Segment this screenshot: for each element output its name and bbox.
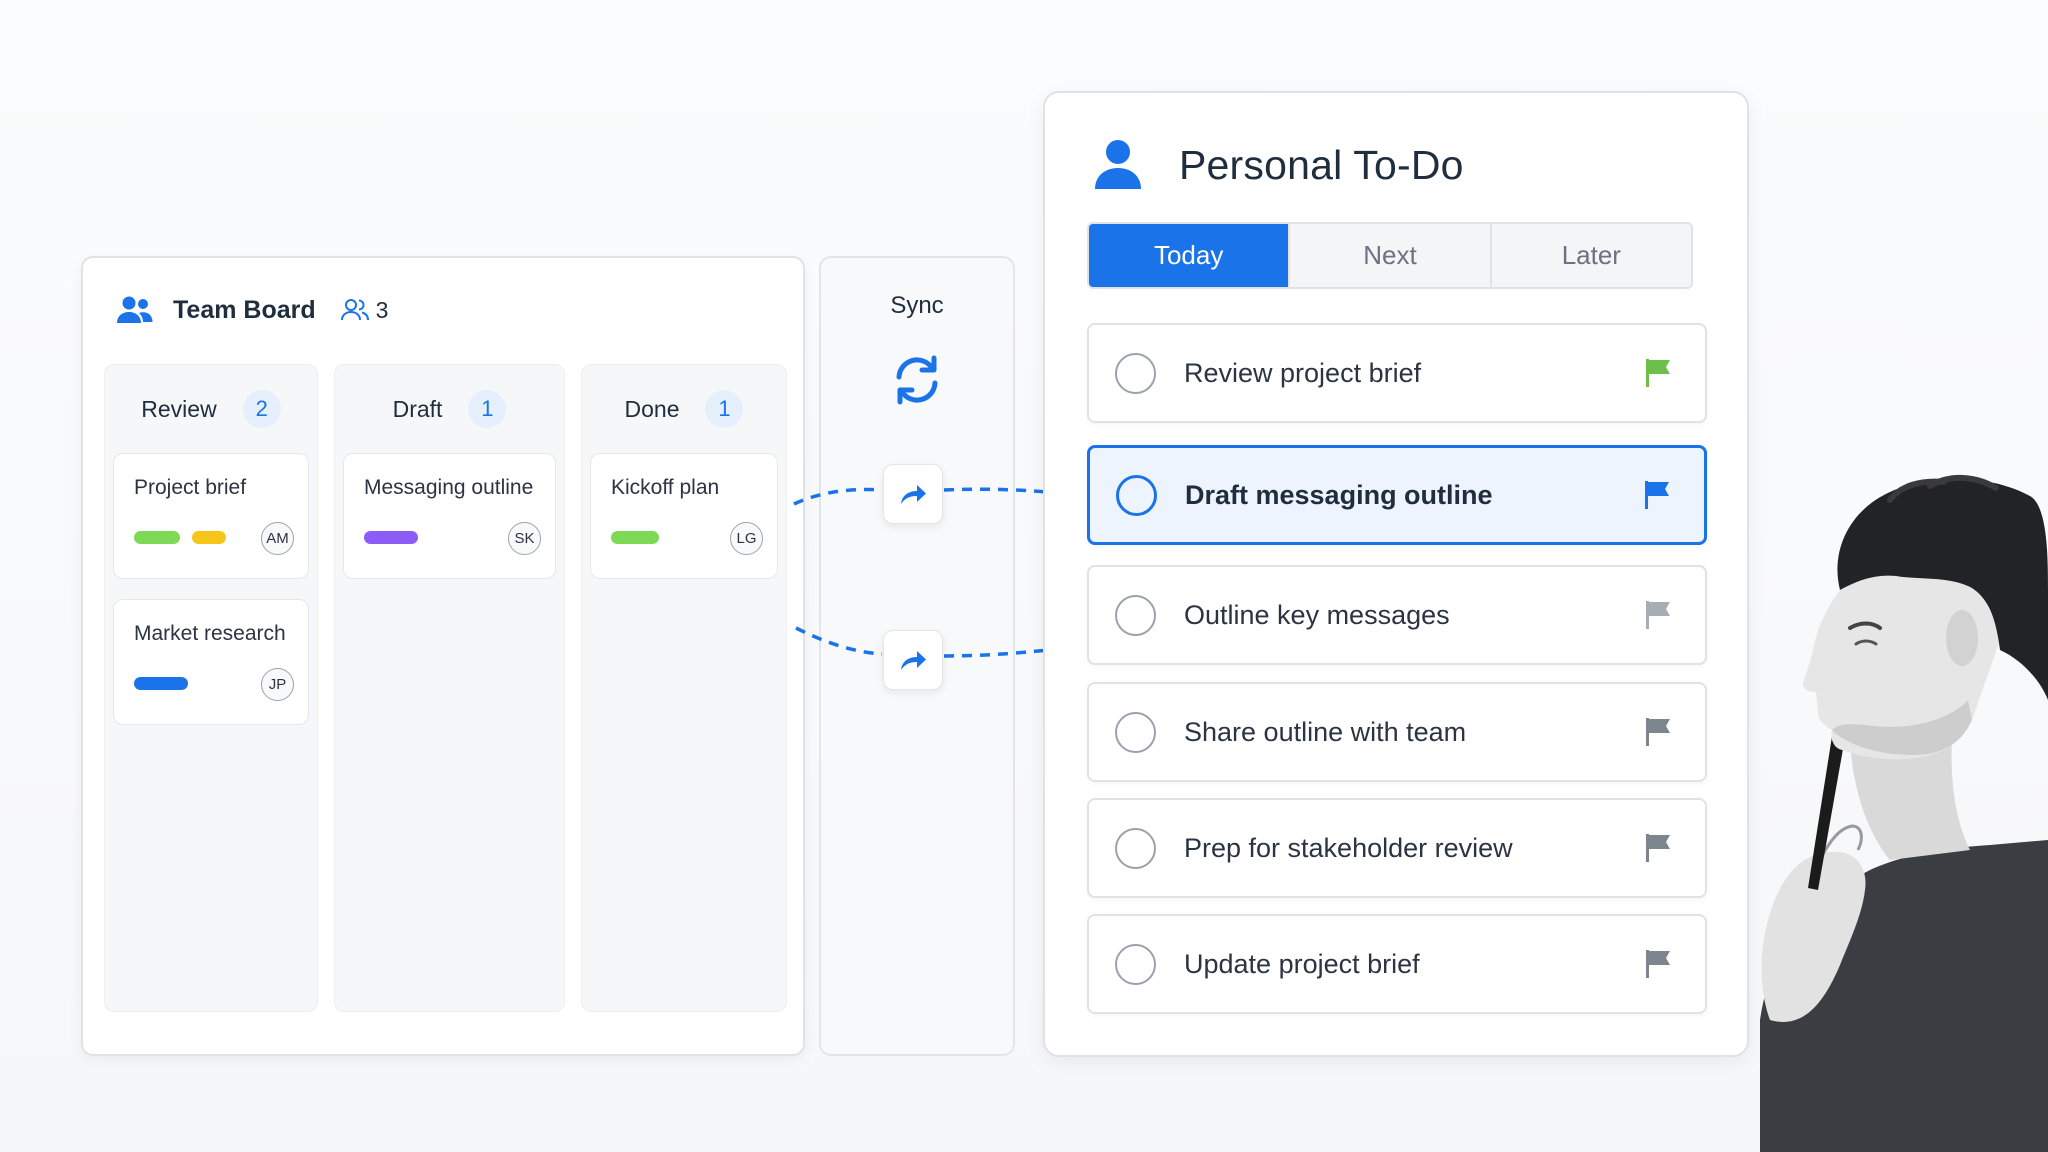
column-count-badge: 2 [242, 390, 281, 428]
push-to-todo-button[interactable] [883, 464, 943, 524]
task-row[interactable]: Outline key messages [1087, 565, 1707, 665]
personal-todo-panel: Personal To-Do Today Next Later Review p… [1043, 91, 1749, 1057]
task-row[interactable]: Share outline with team [1087, 682, 1707, 782]
task-checkbox[interactable] [1115, 352, 1156, 394]
column-title: Review [141, 395, 217, 422]
task-label: Review project brief [1184, 357, 1422, 388]
todo-title: Personal To-Do [1179, 141, 1464, 188]
label-tag [611, 531, 659, 544]
tab-next[interactable]: Next [1290, 224, 1492, 287]
tab-today[interactable]: Today [1089, 224, 1291, 287]
avatar: AM [261, 522, 294, 555]
thinking-person-illustration [1760, 474, 2048, 1152]
card-title: Kickoff plan [611, 476, 720, 499]
task-card-market-research[interactable]: Market research JP [113, 599, 309, 725]
column-title: Draft [392, 395, 443, 422]
avatar: SK [508, 522, 541, 555]
team-board-panel: Team Board 3 Review 2 Project brief AM M… [81, 256, 805, 1056]
task-checkbox[interactable] [1116, 474, 1157, 516]
task-row[interactable]: Review project brief [1087, 323, 1707, 423]
task-card-kickoff-plan[interactable]: Kickoff plan LG [590, 453, 778, 579]
avatar: JP [261, 668, 294, 701]
column-count-badge: 1 [468, 390, 507, 428]
task-card-messaging-outline[interactable]: Messaging outline SK [343, 453, 556, 579]
task-checkbox[interactable] [1115, 943, 1156, 985]
task-card-project-brief[interactable]: Project brief AM [113, 453, 309, 579]
sync-label: Sync [890, 292, 944, 319]
flag-icon[interactable] [1643, 716, 1673, 748]
column-review: Review 2 Project brief AM Market researc… [104, 364, 318, 1012]
column-header: Draft 1 [335, 389, 564, 429]
card-title: Messaging outline [364, 476, 534, 499]
label-tag [134, 531, 180, 544]
flag-icon[interactable] [1642, 479, 1672, 511]
column-count-badge: 1 [705, 390, 744, 428]
column-header: Review 2 [105, 389, 317, 429]
task-label: Draft messaging outline [1185, 479, 1493, 510]
column-done: Done 1 Kickoff plan LG [581, 364, 787, 1012]
share-arrow-icon [901, 485, 926, 504]
task-checkbox[interactable] [1115, 594, 1156, 636]
task-label: Prep for stakeholder review [1184, 832, 1513, 863]
member-count: 3 [375, 296, 389, 323]
column-title: Done [624, 395, 680, 422]
avatar: LG [730, 522, 763, 555]
task-label: Update project brief [1184, 948, 1420, 979]
label-tag [134, 677, 188, 690]
push-to-todo-button[interactable] [883, 630, 943, 690]
task-checkbox[interactable] [1115, 711, 1156, 753]
team-icon [117, 296, 153, 323]
card-title: Project brief [134, 476, 247, 499]
todo-tabs: Today Next Later [1087, 222, 1693, 289]
task-row[interactable]: Update project brief [1087, 914, 1707, 1014]
board-header: Team Board 3 [115, 292, 388, 328]
task-label: Share outline with team [1184, 716, 1467, 747]
todo-header: Personal To-Do [1093, 137, 1464, 193]
label-tag [364, 531, 418, 544]
task-checkbox[interactable] [1115, 827, 1156, 869]
column-header: Done 1 [582, 389, 786, 429]
label-tag [192, 531, 226, 544]
share-arrow-icon [901, 651, 926, 670]
sync-icon[interactable] [887, 350, 947, 410]
members-icon[interactable] [340, 297, 370, 323]
person-icon [1095, 140, 1141, 189]
flag-icon[interactable] [1643, 832, 1673, 864]
column-draft: Draft 1 Messaging outline SK [334, 364, 565, 1012]
task-label: Outline key messages [1184, 599, 1450, 630]
task-row[interactable]: Prep for stakeholder review [1087, 798, 1707, 898]
card-title: Market research [134, 622, 286, 645]
tab-later[interactable]: Later [1491, 224, 1691, 287]
board-title: Team Board [173, 295, 316, 324]
flag-icon[interactable] [1643, 357, 1673, 389]
flag-icon[interactable] [1643, 599, 1673, 631]
flag-icon[interactable] [1643, 948, 1673, 980]
task-row-selected[interactable]: Draft messaging outline [1087, 445, 1707, 545]
